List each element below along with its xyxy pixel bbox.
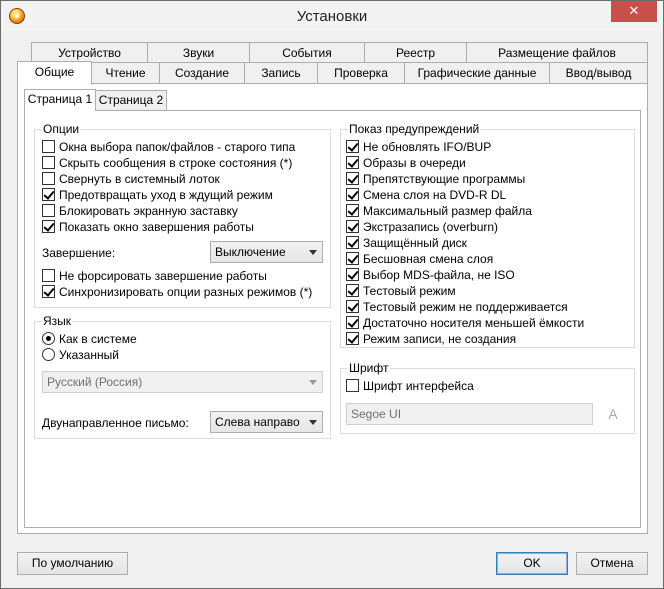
tab-graphic-data[interactable]: Графические данные <box>404 62 550 84</box>
checkbox[interactable] <box>346 379 359 392</box>
chevron-down-icon <box>309 420 317 425</box>
chevron-down-icon <box>309 250 317 255</box>
radio-system-language[interactable]: Как в системе <box>42 331 137 347</box>
checkbox[interactable] <box>42 220 55 233</box>
close-button[interactable]: ✕ <box>611 1 657 22</box>
interface-font-option[interactable]: Шрифт интерфейса <box>346 378 474 394</box>
checkbox[interactable] <box>42 172 55 185</box>
warn-ifo-bup[interactable]: Не обновлять IFO/BUP <box>346 139 491 155</box>
checkbox[interactable] <box>346 300 359 313</box>
tab-io[interactable]: Ввод/вывод <box>549 62 648 84</box>
checkbox[interactable] <box>346 220 359 233</box>
checkbox[interactable] <box>346 268 359 281</box>
checkbox[interactable] <box>346 204 359 217</box>
radio-button[interactable] <box>42 332 55 345</box>
shutdown-label: Завершение: <box>42 246 116 260</box>
subtab-page1[interactable]: Страница 1 <box>24 89 96 111</box>
ok-button[interactable]: OK <box>496 552 568 575</box>
option-minimize-to-tray[interactable]: Свернуть в системный лоток <box>42 171 220 187</box>
tab-file-locations[interactable]: Размещение файлов <box>466 42 648 64</box>
radio-button[interactable] <box>42 348 55 361</box>
settings-window: Установки ✕ Устройство Звуки События Рее… <box>0 0 664 589</box>
checkbox[interactable] <box>346 172 359 185</box>
warn-blocking-programs[interactable]: Препятствующие программы <box>346 171 525 187</box>
font-picker-icon[interactable]: A <box>604 405 622 423</box>
language-group-title: Язык <box>41 314 74 328</box>
option-no-force-shutdown[interactable]: Не форсировать завершение работы <box>42 268 267 284</box>
font-name-field[interactable]: Segoe UI <box>346 403 593 425</box>
warnings-group-title: Показ предупреждений <box>347 122 482 136</box>
bidi-select[interactable]: Слева направо <box>210 411 323 433</box>
options-group-title: Опции <box>41 122 82 136</box>
font-group: Шрифт Шрифт интерфейса Segoe UI A <box>340 361 635 434</box>
language-group: Язык Как в системе Указанный Русский (Ро… <box>34 314 331 439</box>
cancel-button[interactable]: Отмена <box>576 552 648 575</box>
warn-max-file-size[interactable]: Максимальный размер файла <box>346 203 532 219</box>
checkbox[interactable] <box>346 332 359 345</box>
option-show-shutdown-window[interactable]: Показать окно завершения работы <box>42 219 254 235</box>
chevron-down-icon <box>309 380 317 385</box>
checkbox[interactable] <box>42 285 55 298</box>
tab-events[interactable]: События <box>249 42 365 64</box>
general-panel: Страница 1 Страница 2 Опции Окна выбора … <box>17 83 648 534</box>
checkbox[interactable] <box>346 236 359 249</box>
language-select[interactable]: Русский (Россия) <box>42 371 323 393</box>
warn-test-mode-unsupported[interactable]: Тестовый режим не поддерживается <box>346 299 568 315</box>
warn-seamless-layer[interactable]: Бесшовная смена слоя <box>346 251 493 267</box>
tab-general[interactable]: Общие <box>17 61 92 85</box>
warn-protected-disc[interactable]: Защищённый диск <box>346 235 467 251</box>
checkbox[interactable] <box>346 284 359 297</box>
warn-test-mode[interactable]: Тестовый режим <box>346 283 456 299</box>
option-sync-modes[interactable]: Синхронизировать опции разных режимов (*… <box>42 284 312 300</box>
checkbox[interactable] <box>346 188 359 201</box>
defaults-button[interactable]: По умолчанию <box>17 552 128 575</box>
tab-registry[interactable]: Реестр <box>364 42 467 64</box>
tab-write[interactable]: Запись <box>244 62 318 84</box>
warn-mds-file[interactable]: Выбор MDS-файла, не ISO <box>346 267 515 283</box>
radio-custom-language[interactable]: Указанный <box>42 347 119 363</box>
tab-build[interactable]: Создание <box>159 62 245 84</box>
title-bar: Установки ✕ <box>1 1 663 31</box>
page1-content: Опции Окна выбора папок/файлов - старого… <box>24 110 641 528</box>
checkbox[interactable] <box>42 269 55 282</box>
option-old-dialogs[interactable]: Окна выбора папок/файлов - старого типа <box>42 139 295 155</box>
checkbox[interactable] <box>42 188 55 201</box>
tab-sounds[interactable]: Звуки <box>147 42 250 64</box>
warn-smaller-media[interactable]: Достаточно носителя меньшей ёмкости <box>346 315 584 331</box>
checkbox[interactable] <box>42 204 55 217</box>
window-title: Установки <box>296 8 368 25</box>
option-hide-status-messages[interactable]: Скрыть сообщения в строке состояния (*) <box>42 155 292 171</box>
warn-queued-images[interactable]: Образы в очереди <box>346 155 466 171</box>
close-icon: ✕ <box>628 3 640 18</box>
tab-read[interactable]: Чтение <box>91 62 160 84</box>
checkbox[interactable] <box>346 140 359 153</box>
warn-overburn[interactable]: Экстразапись (overburn) <box>346 219 498 235</box>
option-prevent-standby[interactable]: Предотвращать уход в ждущий режим <box>42 187 273 203</box>
warn-layer-change[interactable]: Смена слоя на DVD-R DL <box>346 187 506 203</box>
bidi-label: Двунаправленное письмо: <box>42 416 189 430</box>
tab-verify[interactable]: Проверка <box>317 62 405 84</box>
shutdown-select[interactable]: Выключение <box>210 241 323 263</box>
option-block-screensaver[interactable]: Блокировать экранную заставку <box>42 203 238 219</box>
font-group-title: Шрифт <box>347 361 391 375</box>
warn-write-mode[interactable]: Режим записи, не создания <box>346 331 516 347</box>
checkbox[interactable] <box>346 252 359 265</box>
warnings-group: Показ предупреждений Не обновлять IFO/BU… <box>340 122 635 348</box>
checkbox[interactable] <box>346 316 359 329</box>
options-group: Опции Окна выбора папок/файлов - старого… <box>34 122 331 308</box>
checkbox[interactable] <box>42 140 55 153</box>
checkbox[interactable] <box>42 156 55 169</box>
subtab-page2[interactable]: Страница 2 <box>95 90 167 111</box>
checkbox[interactable] <box>346 156 359 169</box>
